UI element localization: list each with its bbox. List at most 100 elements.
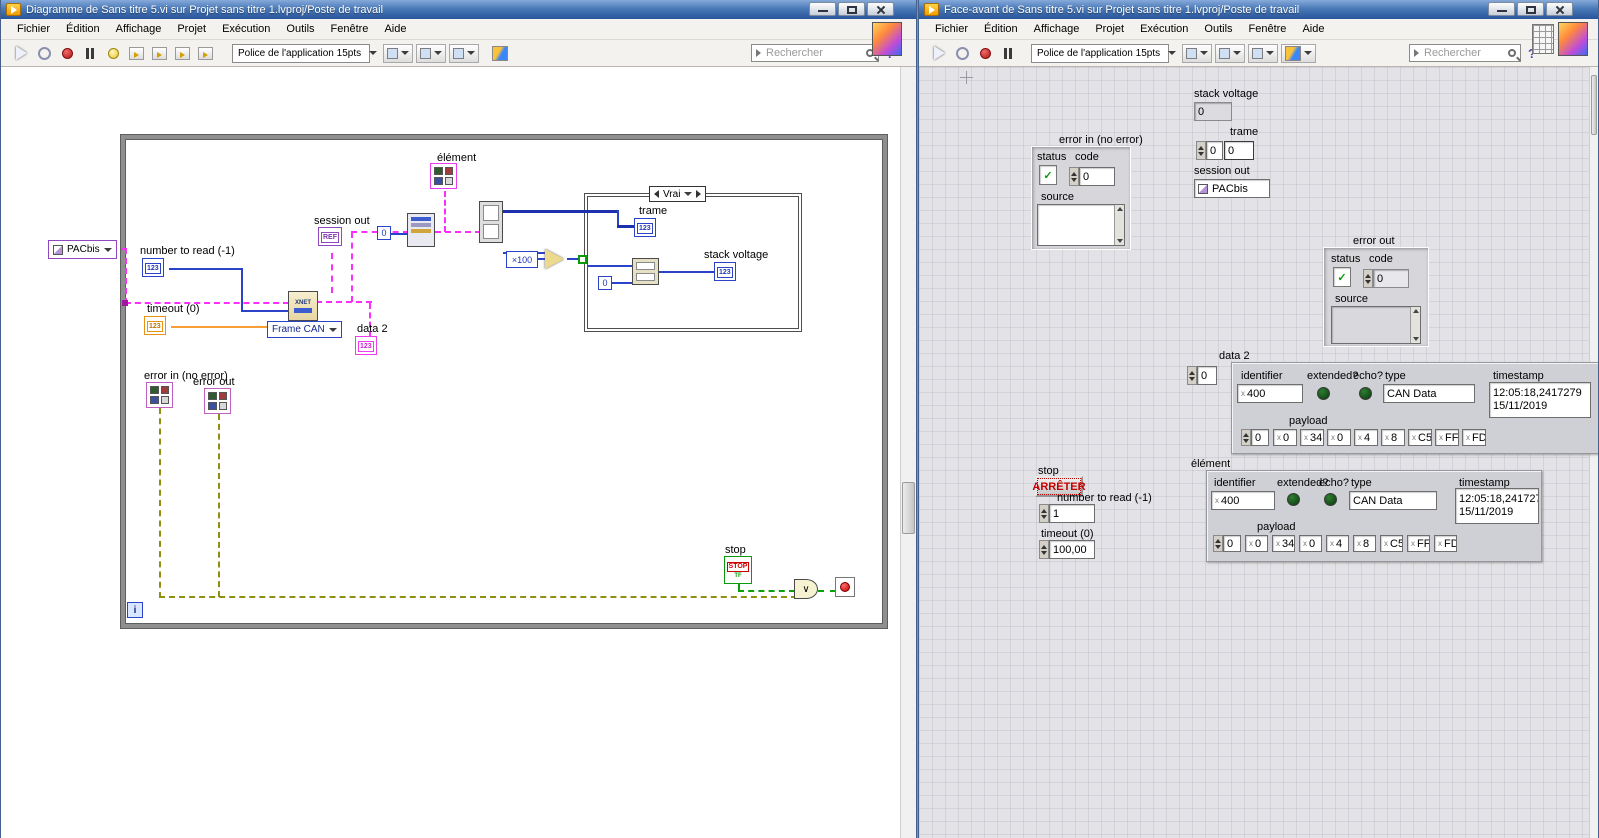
menu-projet[interactable]: Projet <box>1087 20 1132 38</box>
number-to-read-stepper[interactable] <box>1039 504 1049 523</box>
data2-payload-index-field[interactable]: 0 <box>1251 429 1269 446</box>
unbundle-node[interactable] <box>479 201 503 243</box>
scrollbar[interactable] <box>1114 205 1124 245</box>
step-into-button[interactable] <box>149 43 169 63</box>
run-button[interactable] <box>929 43 949 63</box>
menu-outils[interactable]: Outils <box>1196 20 1240 38</box>
menu-outils[interactable]: Outils <box>278 20 322 38</box>
menu-affichage[interactable]: Affichage <box>108 20 170 38</box>
stack-voltage-terminal[interactable]: 123 <box>714 262 736 281</box>
wire-stack-voltage[interactable] <box>659 271 715 273</box>
error-in-code-stepper[interactable] <box>1069 167 1079 186</box>
reorder-button[interactable] <box>490 43 510 63</box>
resize-objects-button[interactable] <box>449 44 479 63</box>
resize-objects-button[interactable] <box>1248 44 1278 63</box>
scrollbar-thumb[interactable] <box>902 482 915 534</box>
font-selector[interactable]: Police de l'application 15pts <box>232 44 370 63</box>
timeout-field[interactable]: 100,00 <box>1049 540 1095 559</box>
vi-icon[interactable] <box>872 22 902 56</box>
wire-frame[interactable] <box>435 231 481 233</box>
menu-projet[interactable]: Projet <box>169 20 214 38</box>
menu-affichage[interactable]: Affichage <box>1026 20 1088 38</box>
menu-aide[interactable]: Aide <box>376 20 414 38</box>
iteration-terminal[interactable]: i <box>127 602 143 618</box>
case-selector[interactable]: Vrai <box>649 186 706 202</box>
distribute-objects-button[interactable] <box>1215 44 1245 63</box>
align-objects-button[interactable] <box>1182 44 1212 63</box>
wire-number-to-read[interactable] <box>241 268 243 312</box>
next-case-icon[interactable] <box>696 190 701 198</box>
wire-numeric[interactable] <box>587 265 633 267</box>
xnet-read-node[interactable] <box>407 213 435 247</box>
menu-execution[interactable]: Exécution <box>1132 20 1196 38</box>
wire-session-out[interactable] <box>331 253 333 293</box>
wire-number-to-read[interactable] <box>169 268 241 270</box>
data2-terminal[interactable]: 123 <box>355 336 377 355</box>
run-button[interactable] <box>11 43 31 63</box>
or-gate-node[interactable]: ∨ <box>794 579 818 599</box>
number-to-read-terminal[interactable]: 123 <box>142 258 164 277</box>
element-payload-index-stepper[interactable] <box>1213 535 1223 552</box>
run-continuous-button[interactable] <box>952 43 972 63</box>
session-out-terminal[interactable]: REF <box>318 227 342 246</box>
case-tunnel[interactable] <box>578 255 587 264</box>
wire-condition[interactable] <box>818 590 836 592</box>
wire-array[interactable] <box>617 225 635 228</box>
loop-condition-terminal[interactable] <box>835 577 855 597</box>
wire-error[interactable] <box>218 414 220 597</box>
align-objects-button[interactable] <box>383 44 413 63</box>
retain-wire-values-button[interactable] <box>126 43 146 63</box>
step-out-button[interactable] <box>195 43 215 63</box>
reorder-button[interactable] <box>1281 44 1316 63</box>
data2-index-stepper[interactable] <box>1187 366 1197 385</box>
number-to-read-field[interactable]: 1 <box>1049 504 1095 523</box>
minimize-button[interactable] <box>809 2 836 16</box>
trame-index-field[interactable]: 0 <box>1206 141 1223 160</box>
chevron-down-icon[interactable] <box>684 192 692 196</box>
menu-fenetre[interactable]: Fenêtre <box>1241 20 1295 38</box>
wire-constant[interactable] <box>612 282 633 284</box>
bundle-node[interactable] <box>632 258 659 285</box>
search-box[interactable]: Rechercher <box>751 44 879 62</box>
pause-button[interactable] <box>998 43 1018 63</box>
close-button[interactable] <box>867 2 894 16</box>
wire-stop[interactable] <box>738 590 795 592</box>
error-in-terminal[interactable] <box>146 382 173 408</box>
font-selector[interactable]: Police de l'application 15pts <box>1031 44 1169 63</box>
step-over-button[interactable] <box>172 43 192 63</box>
frame-can-selector[interactable]: Frame CAN <box>267 321 342 338</box>
wire-session[interactable] <box>316 301 372 303</box>
menu-aide[interactable]: Aide <box>1294 20 1332 38</box>
scrollbar-thumb[interactable] <box>1591 75 1597 135</box>
wire-element[interactable] <box>444 191 446 232</box>
run-continuous-button[interactable] <box>34 43 54 63</box>
timeout-stepper[interactable] <box>1039 540 1049 559</box>
timeout-terminal[interactable]: 123 <box>144 316 166 335</box>
wire-session[interactable] <box>125 248 127 304</box>
title-bar[interactable]: Face-avant de Sans titre 5.vi sur Projet… <box>919 0 1598 19</box>
error-in-code-field[interactable]: 0 <box>1079 167 1115 186</box>
error-out-terminal[interactable] <box>204 388 231 414</box>
previous-case-icon[interactable] <box>654 190 659 198</box>
menu-fichier[interactable]: Fichier <box>9 20 58 38</box>
element-terminal[interactable] <box>430 163 457 189</box>
minimize-button[interactable] <box>1488 2 1515 16</box>
connector-pane-icon[interactable] <box>1532 24 1554 54</box>
menu-execution[interactable]: Exécution <box>214 20 278 38</box>
abort-button[interactable] <box>975 43 995 63</box>
pacbis-session-constant[interactable]: PACbis <box>48 240 117 259</box>
title-bar[interactable]: Diagramme de Sans titre 5.vi sur Projet … <box>1 0 916 19</box>
wire-error[interactable] <box>159 408 161 598</box>
constant-zero[interactable]: 0 <box>598 276 612 290</box>
vertical-scrollbar[interactable] <box>900 67 916 838</box>
scrollbar[interactable] <box>1410 307 1420 343</box>
trame-index-stepper[interactable] <box>1196 141 1206 160</box>
error-in-source-field[interactable] <box>1037 204 1125 246</box>
wire-error[interactable] <box>159 596 797 598</box>
close-button[interactable] <box>1546 2 1573 16</box>
pause-button[interactable] <box>80 43 100 63</box>
wire-session[interactable] <box>351 232 353 302</box>
element-payload-index-field[interactable]: 0 <box>1223 535 1241 552</box>
wire-array[interactable] <box>501 210 617 213</box>
wire-number-to-read[interactable] <box>241 310 289 312</box>
